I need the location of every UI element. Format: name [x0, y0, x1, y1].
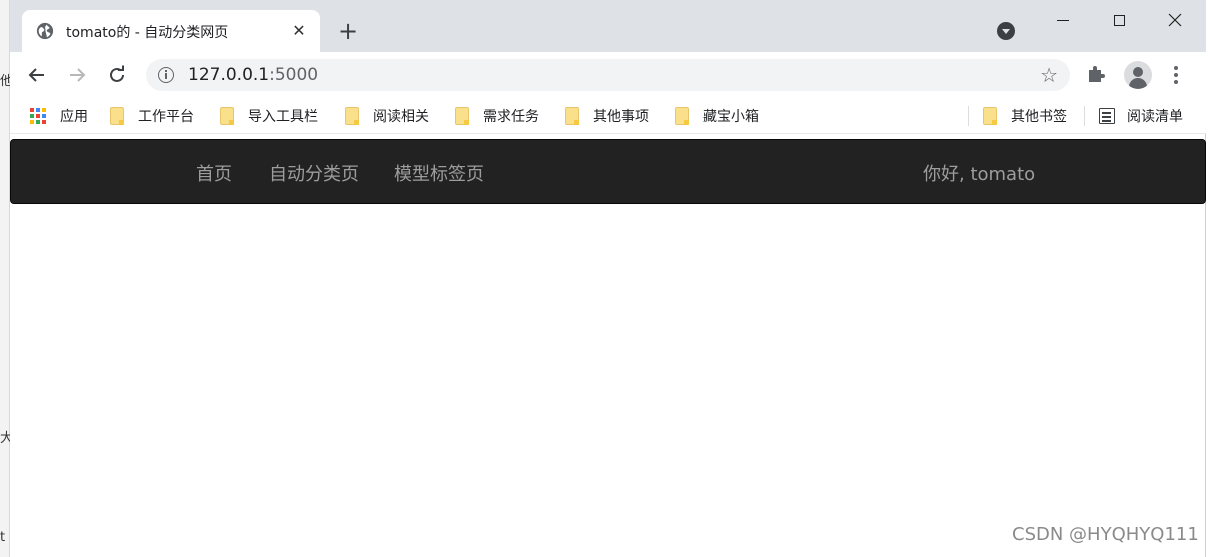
- folder-icon: [983, 107, 997, 125]
- minimize-button[interactable]: [1040, 8, 1086, 32]
- close-icon[interactable]: ✕: [290, 21, 308, 40]
- reload-icon: [110, 65, 124, 82]
- active-tab[interactable]: tomato的 - 自动分类网页 ✕: [22, 10, 320, 52]
- nav-link-home[interactable]: 首页: [196, 160, 232, 186]
- folder-icon: [675, 107, 689, 125]
- bookmark-label: 导入工具栏: [248, 109, 318, 125]
- folder-icon: [565, 107, 579, 125]
- bookmark-folder[interactable]: 工作平台: [110, 106, 194, 126]
- window-close-button[interactable]: [1152, 8, 1198, 32]
- folder-icon: [345, 107, 359, 125]
- bookmark-folder[interactable]: 需求任务: [455, 106, 539, 126]
- reading-list-button[interactable]: 阅读清单: [1099, 106, 1183, 126]
- browser-toolbar: 127.0.0.1:5000 ☆: [10, 52, 1206, 98]
- apps-grid-icon: [30, 108, 46, 124]
- star-icon[interactable]: ☆: [1040, 63, 1058, 87]
- url-host: 127.0.0.1: [188, 65, 270, 85]
- bookmark-separator: [968, 106, 969, 126]
- folder-icon: [220, 107, 234, 125]
- bookmark-label: 藏宝小箱: [703, 109, 759, 125]
- reading-list-label: 阅读清单: [1127, 109, 1183, 125]
- background-fragment: t: [0, 530, 6, 545]
- url-port: :5000: [269, 65, 319, 85]
- puzzle-icon: [1089, 66, 1105, 82]
- bookmark-separator: [1084, 106, 1085, 126]
- close-icon: [1168, 13, 1182, 27]
- profile-body: [1129, 78, 1147, 89]
- bookmark-label: 阅读相关: [373, 109, 429, 125]
- bookmark-folder[interactable]: 阅读相关: [345, 106, 429, 126]
- watermark: CSDN @HYQHYQ111: [1012, 524, 1199, 545]
- bookmark-folder[interactable]: 其他事项: [565, 106, 649, 126]
- nav-link-auto-classify[interactable]: 自动分类页: [269, 160, 359, 186]
- bookmark-label: 其他书签: [1011, 109, 1067, 125]
- reload-button[interactable]: [103, 61, 131, 89]
- bookmark-label: 其他事项: [593, 109, 649, 125]
- minimize-icon: [1057, 19, 1069, 21]
- background-window-strip: 他 大 t: [0, 0, 13, 557]
- bookmark-folder[interactable]: 导入工具栏: [220, 106, 318, 126]
- bookmark-label: 应用: [60, 109, 88, 125]
- bookmark-label: 需求任务: [483, 109, 539, 125]
- menu-dots-icon[interactable]: [1168, 64, 1184, 86]
- page-navbar: 首页 自动分类页 模型标签页 你好, tomato: [10, 139, 1206, 204]
- back-arrow-icon: [28, 68, 44, 82]
- bookmark-apps[interactable]: 应用: [30, 106, 88, 126]
- folder-icon: [455, 107, 469, 125]
- bookmarks-bar: 应用 工作平台 导入工具栏 阅读相关 需求任务 其他事项 藏宝小箱 其他书签 阅…: [10, 98, 1206, 134]
- url-text[interactable]: 127.0.0.1:5000: [188, 65, 318, 85]
- folder-icon: [110, 107, 124, 125]
- globe-icon: [36, 22, 54, 40]
- reading-list-icon: [1099, 108, 1115, 124]
- maximize-icon: [1113, 14, 1125, 26]
- tab-title: tomato的 - 自动分类网页: [66, 25, 229, 41]
- bookmark-other-folder[interactable]: 其他书签: [983, 106, 1067, 126]
- tab-strip: tomato的 - 自动分类网页 ✕ +: [10, 0, 1206, 52]
- address-bar[interactable]: 127.0.0.1:5000 ☆: [146, 59, 1070, 91]
- forward-arrow-icon: [70, 68, 86, 82]
- browser-window: tomato的 - 自动分类网页 ✕ + 127.0.0.1:5000 ☆ 应用…: [10, 0, 1206, 557]
- bookmark-folder[interactable]: 藏宝小箱: [675, 106, 759, 126]
- bookmark-label: 工作平台: [138, 109, 194, 125]
- user-greeting: 你好, tomato: [923, 164, 1036, 185]
- nav-link-model-labels[interactable]: 模型标签页: [394, 160, 484, 186]
- maximize-button[interactable]: [1096, 8, 1142, 32]
- profile-icon[interactable]: [1124, 61, 1152, 89]
- plus-icon[interactable]: +: [336, 19, 360, 43]
- forward-button[interactable]: [63, 61, 91, 89]
- info-icon[interactable]: [158, 67, 174, 83]
- extensions-button[interactable]: [1086, 62, 1112, 88]
- back-button[interactable]: [23, 61, 51, 89]
- tab-search-icon[interactable]: [997, 22, 1015, 40]
- profile-head: [1133, 67, 1143, 77]
